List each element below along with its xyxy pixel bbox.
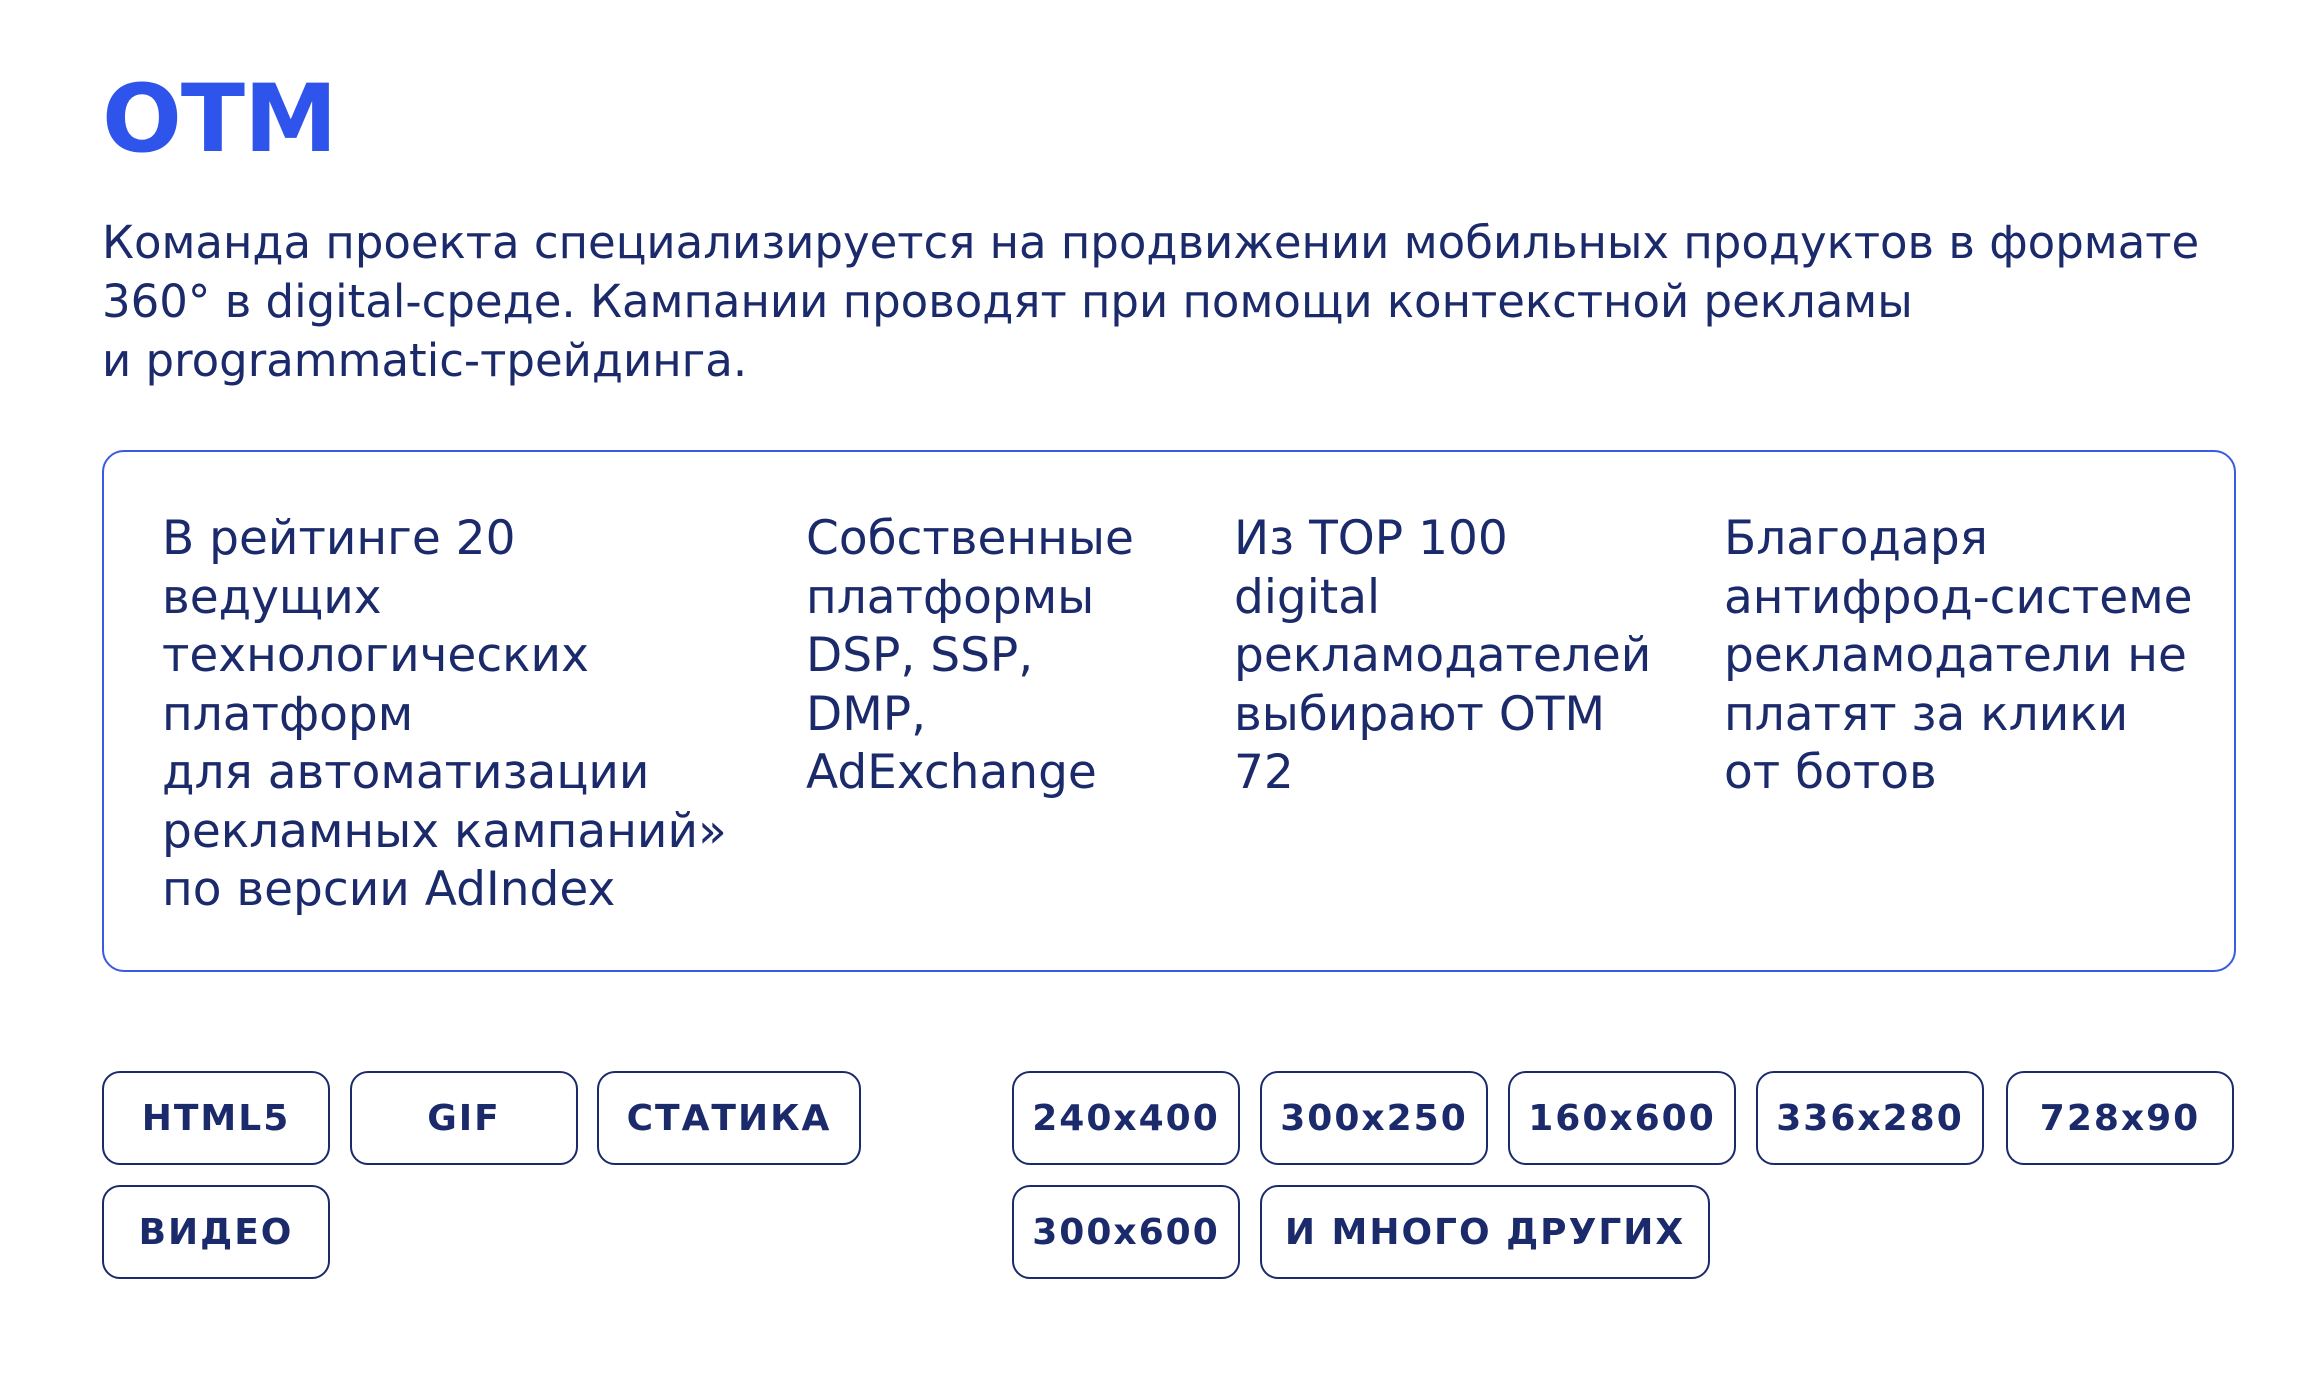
intro-text: Команда проекта специализируется на прод… <box>102 213 2222 390</box>
feature-line: Благодаря <box>1724 511 1988 566</box>
format-chip-static[interactable]: СТАТИКА <box>597 1071 861 1165</box>
feature-rating: В рейтинге 20 ведущих технологических пл… <box>162 510 727 920</box>
feature-line: по версии AdIndex <box>162 862 616 917</box>
intro-line: Команда проекта специализируется на прод… <box>102 216 2200 269</box>
feature-antifraud: Благодаря антифрод-системе рекламодатели… <box>1724 510 2193 803</box>
feature-advertisers: Из TOP 100 digital рекламодателей выбира… <box>1234 510 1651 803</box>
feature-line: рекламных кампаний» <box>162 803 727 859</box>
feature-line: от ботов <box>1724 745 1937 800</box>
features-panel: В рейтинге 20 ведущих технологических пл… <box>102 450 2236 972</box>
feature-line: DMP, <box>806 686 927 742</box>
feature-line: платформ <box>162 686 414 742</box>
feature-line: digital <box>1234 569 1381 625</box>
feature-line: технологических <box>162 628 589 683</box>
intro-line: 360° в digital-среде. Кампании проводят … <box>102 275 1913 328</box>
format-chip-video[interactable]: ВИДЕО <box>102 1185 330 1279</box>
feature-line: антифрод-системе <box>1724 569 2193 625</box>
feature-line: AdExchange <box>806 745 1097 800</box>
size-chip-300x600[interactable]: 300x600 <box>1012 1185 1240 1279</box>
feature-line: платформы <box>806 569 1095 625</box>
feature-line: для автоматизации <box>162 745 650 800</box>
size-chip-160x600[interactable]: 160x600 <box>1508 1071 1736 1165</box>
feature-platforms: Собственные платформы DSP, SSP, DMP, AdE… <box>806 510 1134 803</box>
feature-line: выбирают OTM <box>1234 686 1606 742</box>
feature-line: В рейтинге 20 <box>162 511 516 566</box>
intro-line: и programmatic-трейдинга. <box>102 334 748 387</box>
feature-line: DSP, SSP, <box>806 628 1034 683</box>
size-chip-728x90[interactable]: 728x90 <box>2006 1071 2234 1165</box>
feature-line: рекламодателей <box>1234 628 1652 683</box>
feature-line: платят за клики <box>1724 686 2129 742</box>
feature-line: 72 <box>1234 745 1294 800</box>
feature-line: ведущих <box>162 569 382 625</box>
feature-line: рекламодатели не <box>1724 628 2187 683</box>
size-chip-240x400[interactable]: 240x400 <box>1012 1071 1240 1165</box>
feature-line: Собственные <box>806 511 1134 566</box>
size-chip-300x250[interactable]: 300x250 <box>1260 1071 1488 1165</box>
feature-line: Из TOP 100 <box>1234 511 1508 566</box>
size-chip-many-others[interactable]: И МНОГО ДРУГИХ <box>1260 1185 1710 1279</box>
page-title: OTM <box>102 65 338 174</box>
size-chip-336x280[interactable]: 336x280 <box>1756 1071 1984 1165</box>
format-chip-html5[interactable]: HTML5 <box>102 1071 330 1165</box>
format-chip-gif[interactable]: GIF <box>350 1071 578 1165</box>
